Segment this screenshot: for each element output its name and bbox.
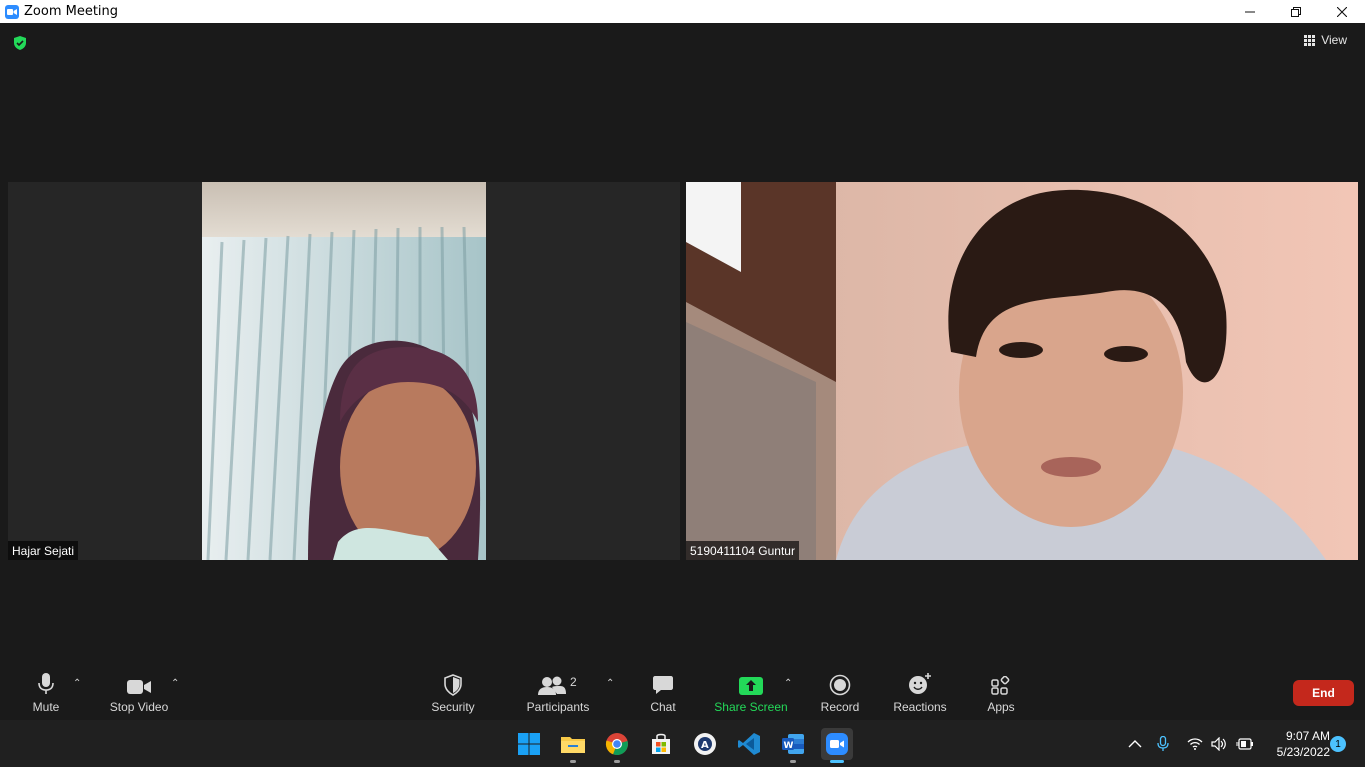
word-icon[interactable]: W [777,728,809,763]
participant-video-feed [202,182,486,560]
grid-icon [1304,34,1316,46]
video-camera-icon [126,666,152,696]
mute-label: Mute [32,700,60,714]
active-indicator [830,760,844,763]
running-indicator [570,760,576,763]
svg-text:A: A [701,740,709,751]
microphone-icon [36,666,56,696]
notification-badge[interactable]: 1 [1330,736,1346,752]
title-bar: Zoom Meeting [0,0,1365,23]
app-icon[interactable]: A [689,728,721,760]
meeting-toolbar: Mute ⌃ Stop Video ⌃ Security 2 Participa… [0,666,1365,720]
zoom-icon[interactable] [821,728,853,763]
system-clock[interactable]: 9:07 AM 5/23/2022 [1258,728,1330,760]
participant-name-tag: Hajar Sejati [8,541,79,560]
share-options-chevron-icon[interactable]: ⌃ [784,678,792,689]
volume-icon[interactable] [1211,720,1227,767]
participants-icon: 2 [538,666,578,696]
record-label: Record [820,700,860,714]
microsoft-store-icon[interactable] [645,728,677,760]
mute-button[interactable]: Mute [18,666,74,720]
minimize-button[interactable] [1227,0,1273,23]
share-screen-label: Share Screen [714,700,788,714]
encryption-shield-icon[interactable] [12,35,28,56]
participants-options-chevron-icon[interactable]: ⌃ [606,678,614,689]
running-indicator [614,760,620,763]
view-label: View [1321,33,1347,47]
file-explorer-icon[interactable] [557,728,589,763]
share-screen-icon [738,666,764,696]
microphone-in-use-icon[interactable] [1157,720,1169,767]
zoom-app-icon [5,4,19,19]
emoji-smile-icon [908,666,932,696]
running-indicator [790,760,796,763]
audio-options-chevron-icon[interactable]: ⌃ [73,678,81,689]
chat-button[interactable]: Chat [641,666,685,720]
window-title: Zoom Meeting [24,4,119,19]
security-button[interactable]: Security [424,666,482,720]
apps-button[interactable]: Apps [980,666,1022,720]
participants-label: Participants [526,700,590,714]
stop-video-label: Stop Video [109,700,169,714]
end-meeting-button[interactable]: End [1293,680,1354,706]
windows-start-icon[interactable] [513,728,545,760]
chat-bubble-icon [652,666,674,696]
video-tile-5190411104-guntur[interactable]: 5190411104 Guntur [686,182,1358,560]
apps-icon [991,666,1011,696]
svg-text:W: W [784,741,794,751]
stop-video-button[interactable]: Stop Video [104,666,174,720]
wifi-icon[interactable] [1187,720,1203,767]
clock-time: 9:07 AM [1285,729,1330,743]
record-icon [829,666,851,696]
view-button[interactable]: View [1304,33,1347,47]
video-options-chevron-icon[interactable]: ⌃ [171,678,179,689]
participant-video-feed [686,182,1358,560]
participants-count: 2 [570,675,577,689]
security-label: Security [431,700,475,714]
close-button[interactable] [1319,0,1365,23]
reactions-button[interactable]: Reactions [890,666,950,720]
windows-taskbar: A W 9:07 AM 5/23/2022 1 [0,720,1365,767]
apps-label: Apps [987,700,1015,714]
restore-button[interactable] [1273,0,1319,23]
record-button[interactable]: Record [818,666,862,720]
share-screen-button[interactable]: Share Screen [713,666,789,720]
meeting-area: View Hajar Sejati 5190411104 Guntur [0,23,1365,666]
chat-label: Chat [650,700,676,714]
participants-button[interactable]: 2 Participants [524,666,592,720]
security-shield-icon [443,666,463,696]
show-hidden-icons-chevron-icon[interactable] [1128,720,1142,767]
battery-charging-icon[interactable] [1236,720,1254,767]
vscode-icon[interactable] [733,728,765,760]
reactions-label: Reactions [893,700,947,714]
clock-date: 5/23/2022 [1276,745,1330,759]
participant-name-tag: 5190411104 Guntur [686,541,799,560]
chrome-icon[interactable] [601,728,633,763]
video-tile-hajar-sejati[interactable]: Hajar Sejati [8,182,680,560]
